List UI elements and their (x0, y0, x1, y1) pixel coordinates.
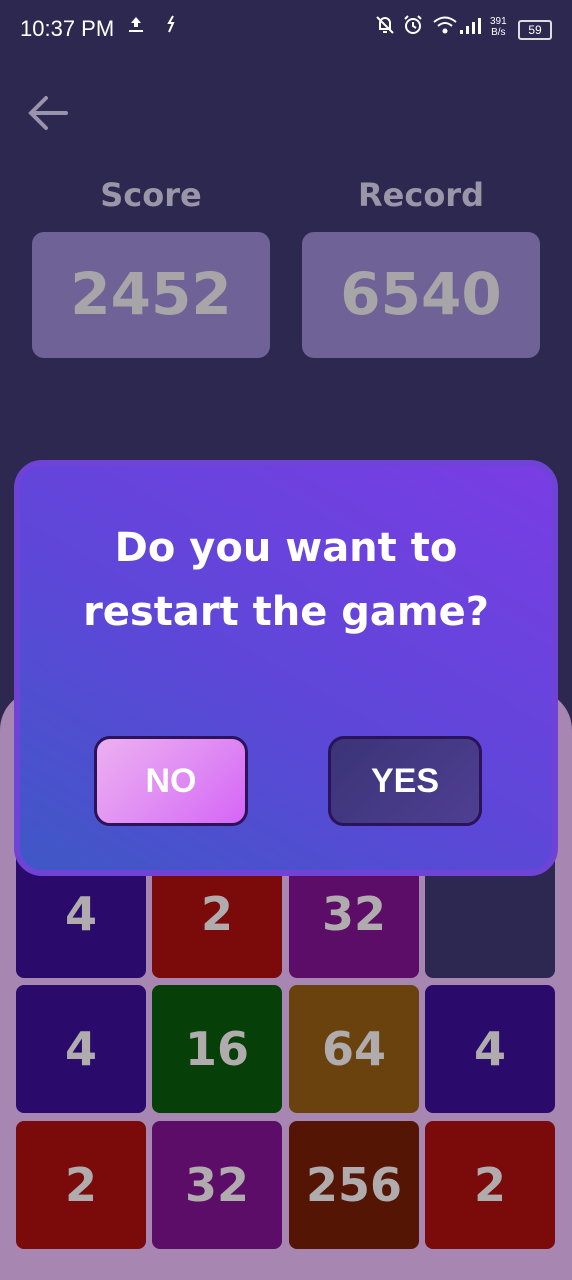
alarm-icon (402, 14, 424, 42)
signal-icon (458, 14, 484, 42)
back-button[interactable] (24, 88, 74, 138)
tile: 4 (16, 985, 146, 1113)
record-label: Record (358, 176, 484, 214)
score-value: 2452 (70, 260, 232, 328)
tile: 32 (152, 1121, 282, 1249)
score-label: Score (100, 176, 202, 214)
yes-button[interactable]: YES (328, 736, 482, 826)
network-speed: 391 B/s (490, 16, 507, 38)
restart-dialog: Do you want to restart the game? NO YES (14, 460, 558, 876)
wifi-icon (432, 14, 458, 42)
record-value: 6540 (340, 260, 502, 328)
tile: 2 (425, 1121, 555, 1249)
status-time: 10:37 PM (20, 16, 115, 41)
status-bar: 10:37 PM 391 B/s 59 (0, 0, 572, 60)
tile: 4 (425, 985, 555, 1113)
score-box: 2452 (32, 232, 270, 358)
tile: 256 (289, 1121, 419, 1249)
bell-off-icon (374, 14, 396, 42)
record-box: 6540 (302, 232, 540, 358)
no-button[interactable]: NO (94, 736, 248, 826)
dialog-message: Do you want to restart the game? (83, 525, 489, 635)
upload-icon (126, 14, 146, 40)
tile: 2 (16, 1121, 146, 1249)
back-arrow-icon (28, 96, 68, 130)
sync-icon (162, 14, 180, 40)
tile: 16 (152, 985, 282, 1113)
tile: 64 (289, 985, 419, 1113)
battery-icon: 59 (518, 20, 552, 40)
